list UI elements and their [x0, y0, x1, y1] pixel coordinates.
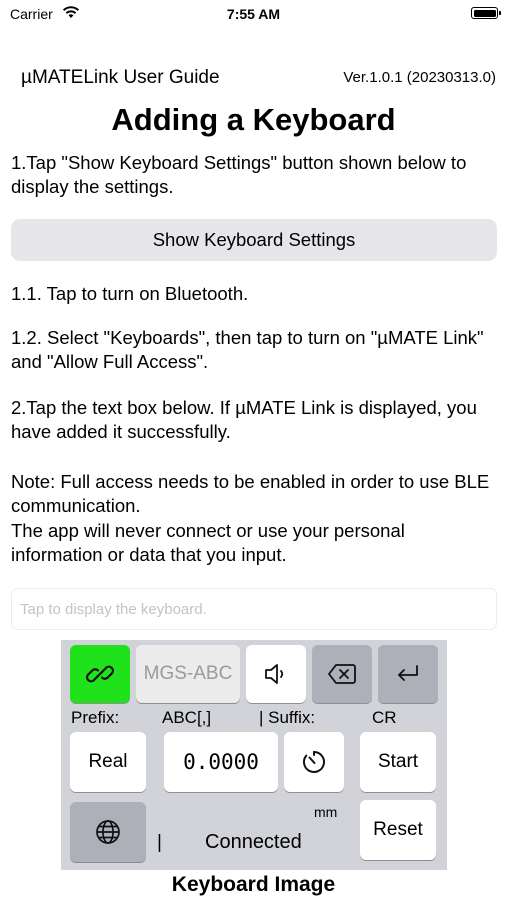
step-1-2-text: 1.2. Select "Keyboards", then tap to tur… — [11, 327, 484, 372]
connection-status: Connected — [205, 831, 302, 853]
link-key[interactable] — [70, 645, 130, 703]
sound-key[interactable] — [246, 645, 306, 703]
input-placeholder: Tap to display the keyboard. — [20, 600, 207, 618]
note-line-1: Note: Full access needs to be enabled in… — [11, 471, 490, 516]
app-name: µMATELink User Guide — [21, 67, 220, 88]
page-title: Adding a Keyboard — [111, 102, 396, 137]
note-line-2: The app will never connect or use your p… — [11, 520, 405, 565]
unit-label: mm — [314, 804, 338, 820]
timer-icon — [303, 751, 325, 773]
keyboard-image-caption: Keyboard Image — [171, 873, 336, 896]
version-label: Ver.1.0.1 (20230313.0) — [343, 69, 496, 86]
battery-icon — [471, 7, 501, 19]
link-icon — [86, 665, 114, 683]
status-bar: Carrier 7:55 AM — [0, 0, 507, 28]
prefix-value: ABC[,] — [162, 708, 212, 727]
suffix-value: CR — [372, 708, 397, 727]
globe-icon — [96, 820, 120, 844]
show-keyboard-settings-button[interactable]: Show Keyboard Settings — [11, 219, 497, 261]
device-key[interactable]: MGS-ABC — [136, 645, 240, 703]
speaker-icon — [265, 664, 284, 684]
clock: 7:55 AM — [226, 6, 281, 22]
step-1-1-text: 1.1. Tap to turn on Bluetooth. — [11, 283, 249, 304]
real-key[interactable]: Real — [70, 732, 146, 792]
suffix-label: | Suffix: — [259, 708, 316, 727]
status-separator: | — [157, 832, 162, 853]
keyboard-test-input[interactable]: Tap to display the keyboard. — [11, 588, 497, 630]
keyboard-image: MGS-ABC Prefix: ABC[,] | Suffix: CR Real… — [61, 640, 447, 870]
start-key[interactable]: Start — [360, 732, 436, 792]
timer-key[interactable] — [284, 732, 344, 792]
backspace-icon — [328, 664, 356, 684]
globe-key[interactable] — [70, 802, 146, 862]
reset-key[interactable]: Reset — [360, 800, 436, 860]
step-1-text: 1.Tap "Show Keyboard Settings" button sh… — [11, 152, 467, 197]
value-display-key[interactable]: 0.0000 — [164, 732, 278, 792]
step-2-text: 2.Tap the text box below. If µMATE Link … — [11, 397, 477, 442]
delete-key[interactable] — [312, 645, 372, 703]
return-icon — [398, 665, 418, 681]
return-key[interactable] — [378, 645, 438, 703]
prefix-label: Prefix: — [71, 708, 120, 727]
